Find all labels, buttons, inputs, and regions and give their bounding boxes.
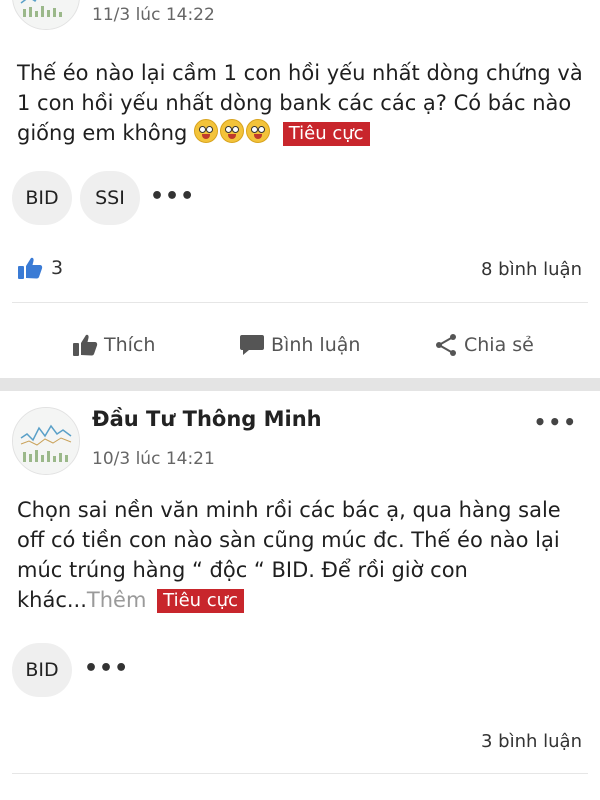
post-card: 11/3 lúc 14:22 Thế éo nào lại cầm 1 con …	[0, 0, 600, 378]
comment-bubble-icon	[240, 335, 264, 355]
post-time: 10/3 lúc 14:21	[92, 449, 215, 469]
crazy-face-emoji-icon	[220, 119, 245, 143]
comment-button[interactable]: Bình luận	[239, 333, 360, 357]
crazy-face-emoji-icon	[246, 119, 271, 143]
ticker-chip-ssi[interactable]: SSI	[80, 171, 140, 225]
comment-button-label: Bình luận	[271, 334, 361, 356]
author-avatar[interactable]	[12, 407, 80, 475]
read-more-link[interactable]: Thêm	[87, 588, 147, 612]
post-options-button[interactable]: •••	[534, 410, 578, 434]
chart-logo-icon	[13, 0, 79, 29]
like-button-label: Thích	[104, 334, 156, 356]
post-time: 11/3 lúc 14:22	[92, 5, 215, 25]
divider	[12, 302, 588, 303]
more-tickers-button[interactable]: •••	[84, 656, 129, 681]
divider	[12, 773, 588, 774]
thumbs-up-icon	[73, 334, 98, 356]
like-button[interactable]: Thích	[72, 333, 155, 357]
crazy-face-emoji-icon	[194, 119, 219, 143]
author-name[interactable]: Đầu Tư Thông Minh	[92, 407, 322, 431]
like-summary[interactable]: 3	[17, 256, 63, 280]
ticker-chip-bid[interactable]: BID	[12, 643, 72, 697]
post-content: Thế éo nào lại cầm 1 con hồi yếu nhất dò…	[17, 58, 592, 148]
share-button-label: Chia sẻ	[464, 334, 534, 356]
chart-logo-icon	[13, 408, 79, 474]
author-avatar[interactable]	[12, 0, 80, 30]
share-icon	[436, 334, 456, 356]
post-separator	[0, 378, 600, 391]
comment-count[interactable]: 3 bình luận	[481, 731, 582, 752]
ticker-chip-bid[interactable]: BID	[12, 171, 72, 225]
sentiment-badge: Tiêu cực	[157, 589, 244, 613]
post-content: Chọn sai nền văn minh rồi các bác ạ, qua…	[17, 495, 592, 615]
comment-count[interactable]: 8 bình luận	[481, 259, 582, 280]
thumbs-up-filled-icon	[18, 257, 43, 279]
share-button[interactable]: Chia sẻ	[434, 333, 534, 357]
sentiment-badge: Tiêu cực	[282, 122, 370, 146]
more-tickers-button[interactable]: •••	[150, 184, 195, 209]
like-count: 3	[51, 257, 64, 279]
